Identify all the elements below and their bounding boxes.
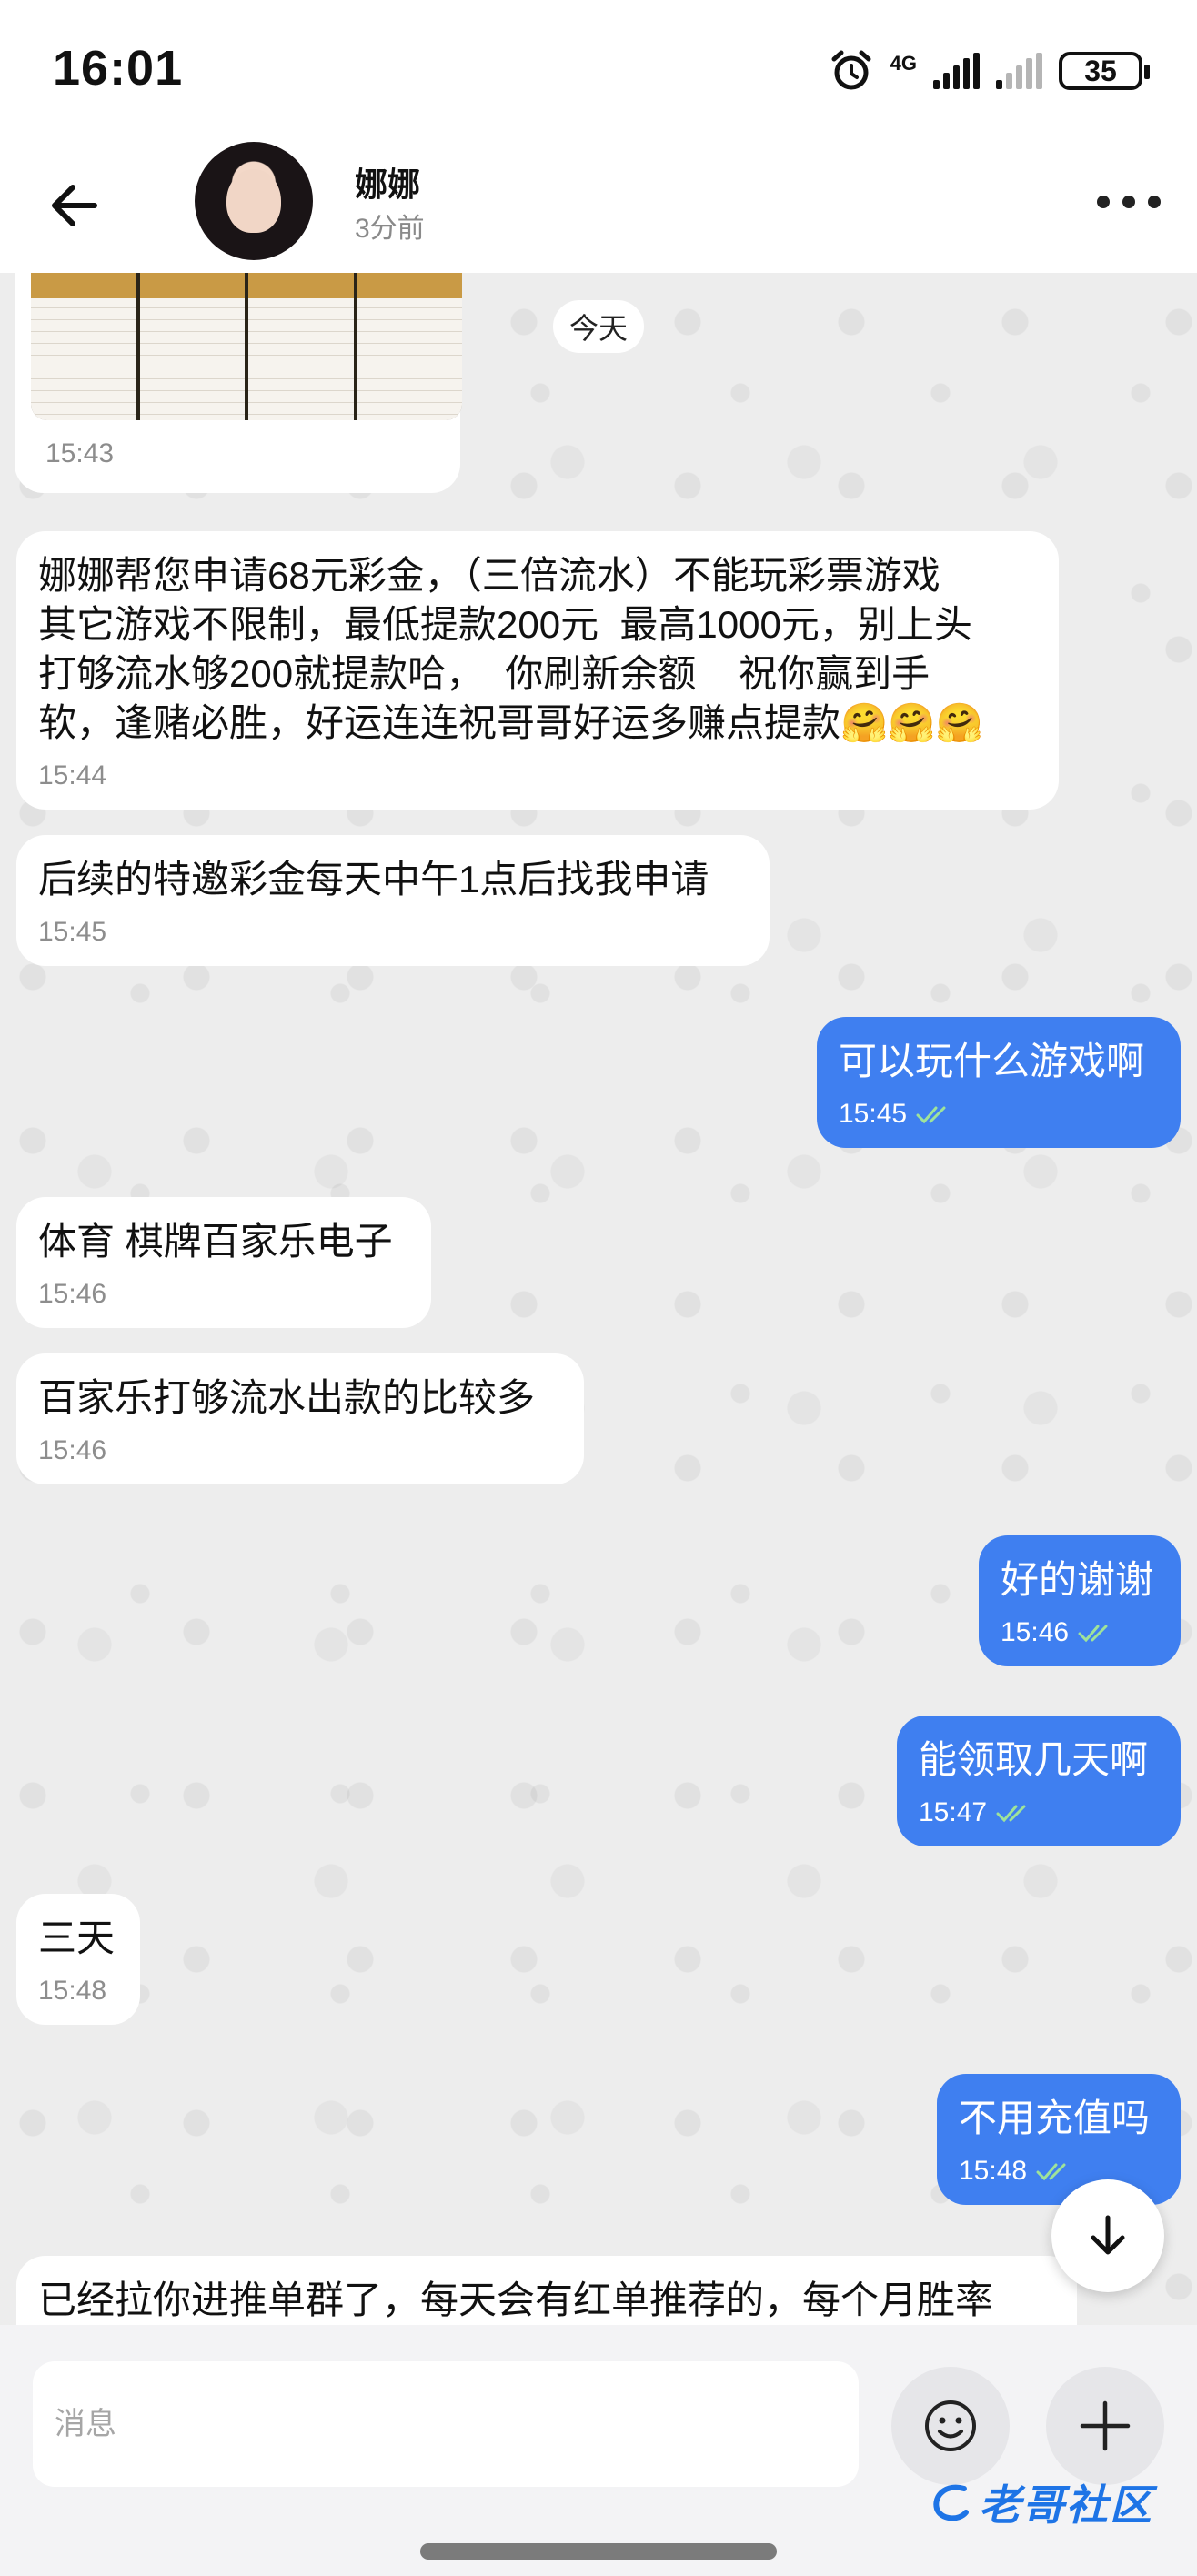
message-time: 15:45 <box>839 1099 908 1129</box>
watermark-logo: 老哥社区 <box>928 2472 1153 2532</box>
image-message[interactable]: 15:43 <box>15 273 462 493</box>
chat-area[interactable]: 15:43 今天 娜娜帮您申请68元彩金，（三倍流水）不能玩彩票游戏 其它游戏不… <box>0 273 1197 2325</box>
chat-header: 娜娜 3分前 <box>0 136 1197 273</box>
message-time: 15:47 <box>919 1797 988 1827</box>
message-time: 15:48 <box>959 2156 1028 2186</box>
status-icons: 4G 35 <box>829 45 1150 96</box>
message-bubble-incoming[interactable]: 已经拉你进推单群了，每天会有红单推荐的，每个月胜率 <box>16 2256 1077 2325</box>
read-check-icon <box>916 1106 946 1124</box>
message-time: 15:48 <box>38 1976 107 2006</box>
message-time-row: 15:46 <box>1001 1617 1159 1648</box>
read-check-icon <box>1036 2163 1066 2181</box>
message-text: 能领取几天啊 <box>919 1738 1149 1781</box>
arrow-left-icon[interactable] <box>45 176 104 235</box>
battery-level: 35 <box>1084 54 1117 87</box>
plus-icon <box>1080 2400 1131 2451</box>
message-text: 可以玩什么游戏啊 <box>839 1040 1145 1082</box>
scroll-to-bottom-button[interactable] <box>1051 2179 1164 2292</box>
message-bubble-outgoing[interactable]: 好的谢谢 15:46 <box>979 1535 1181 1666</box>
message-bubble-outgoing[interactable]: 可以玩什么游戏啊 15:45 <box>817 1017 1181 1148</box>
message-bubble-incoming[interactable]: 三天 15:48 <box>16 1894 140 2025</box>
arrow-down-icon <box>1091 2215 1125 2255</box>
message-text: 三天 <box>38 1917 116 1959</box>
signal-strength-icon <box>933 53 980 89</box>
dragon-logo-icon <box>933 2484 969 2521</box>
message-text: 娜娜帮您申请68元彩金，（三倍流水）不能玩彩票游戏 其它游戏不限制，最低提款20… <box>38 554 983 744</box>
more-dots-icon[interactable] <box>1097 184 1161 220</box>
battery-icon: 35 <box>1059 52 1150 90</box>
watermark-text: 老哥社区 <box>979 2481 1153 2529</box>
message-time-row: 15:45 <box>839 1099 1159 1130</box>
message-bubble-incoming[interactable]: 娜娜帮您申请68元彩金，（三倍流水）不能玩彩票游戏 其它游戏不限制，最低提款20… <box>16 531 1059 810</box>
message-time-row: 15:48 <box>959 2156 1159 2187</box>
emoji-button[interactable] <box>891 2367 1010 2485</box>
emoji-smile-icon <box>925 2400 976 2451</box>
home-indicator[interactable] <box>420 2543 777 2560</box>
status-bar: 16:01 4G 35 <box>0 0 1197 136</box>
signal-no-service-icon <box>996 53 1042 89</box>
message-bubble-incoming[interactable]: 体育 棋牌百家乐电子 15:46 <box>16 1197 431 1328</box>
message-bubble-outgoing[interactable]: 能领取几天啊 15:47 <box>897 1716 1181 1846</box>
date-chip: 今天 <box>553 300 644 353</box>
message-text: 体育 棋牌百家乐电子 <box>38 1220 393 1263</box>
attach-plus-button[interactable] <box>1046 2367 1164 2485</box>
network-type-label: 4G <box>890 52 917 75</box>
message-bubble-incoming[interactable]: 后续的特邀彩金每天中午1点后找我申请 15:45 <box>16 835 770 966</box>
message-text: 好的谢谢 <box>1001 1558 1154 1601</box>
read-check-icon <box>996 1805 1026 1823</box>
message-text: 已经拉你进推单群了，每天会有红单推荐的，每个月胜率 <box>38 2279 994 2321</box>
message-time: 15:46 <box>38 1279 107 1309</box>
status-time: 16:01 <box>53 41 184 96</box>
message-text: 百家乐打够流水出款的比较多 <box>38 1376 536 1419</box>
message-time: 15:44 <box>38 760 107 790</box>
message-input[interactable] <box>33 2361 859 2487</box>
message-input-bar <box>0 2325 1197 2576</box>
message-text: 不用充值吗 <box>959 2097 1151 2139</box>
contact-last-seen: 3分前 <box>355 214 425 244</box>
message-time: 15:43 <box>45 438 115 468</box>
message-time: 15:46 <box>38 1435 107 1465</box>
message-bubble-incoming[interactable]: 百家乐打够流水出款的比较多 15:46 <box>16 1353 584 1484</box>
message-text: 后续的特邀彩金每天中午1点后找我申请 <box>38 858 709 901</box>
read-check-icon <box>1078 1625 1108 1643</box>
alarm-icon <box>831 50 871 90</box>
contact-name[interactable]: 娜娜 <box>355 158 420 206</box>
message-bubble-outgoing[interactable]: 不用充值吗 15:48 <box>937 2074 1181 2205</box>
avatar[interactable] <box>195 142 313 260</box>
image-thumbnail[interactable] <box>31 273 462 420</box>
message-time: 15:45 <box>38 917 107 947</box>
message-time-row: 15:47 <box>919 1797 1159 1828</box>
message-time: 15:46 <box>1001 1617 1070 1647</box>
